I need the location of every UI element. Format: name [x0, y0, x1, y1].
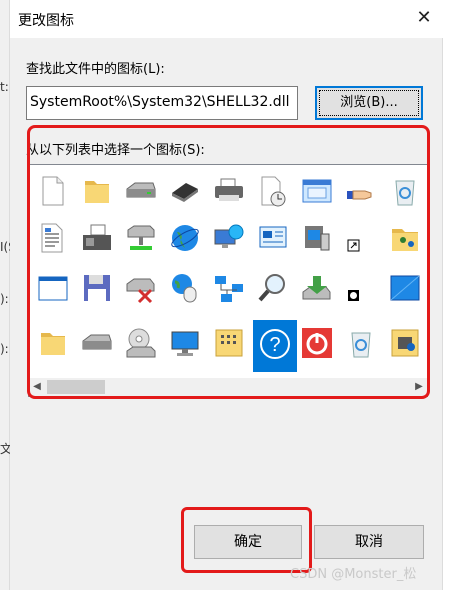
memory-chip-icon[interactable] [169, 175, 201, 207]
window-edge [442, 38, 452, 590]
icon-list-label: 从以下列表中选择一个图标(S): [26, 143, 205, 158]
cancel-button[interactable]: 取消 [314, 525, 424, 559]
cd-drive-icon[interactable] [125, 327, 157, 359]
download-icon[interactable] [301, 272, 333, 304]
focus-ring [319, 90, 419, 116]
computer-icon[interactable] [301, 222, 333, 254]
background-text: t: [0, 80, 9, 94]
drive-icon[interactable] [81, 327, 113, 359]
horizontal-scrollbar[interactable]: ◀ ▶ [29, 378, 427, 396]
search-icon[interactable] [257, 272, 289, 304]
recycle-bin-icon[interactable] [345, 327, 377, 359]
window-blank-icon[interactable] [37, 272, 69, 304]
folder-grid-icon[interactable] [213, 327, 245, 359]
printer-icon[interactable] [213, 175, 245, 207]
browse-button[interactable]: 浏览(B)... [315, 86, 423, 120]
network-drive-icon[interactable] [125, 222, 157, 254]
scrollbar-thumb[interactable] [47, 380, 105, 394]
background-text: ): [0, 292, 9, 306]
background-text: ): [0, 342, 9, 356]
ok-button[interactable]: 确定 [194, 525, 302, 559]
scroll-right-icon[interactable]: ▶ [411, 378, 427, 396]
help-icon[interactable]: ? [259, 328, 291, 360]
shared-folder-icon[interactable] [389, 222, 421, 254]
recycle-bin-icon[interactable] [389, 175, 421, 207]
blank-document-icon[interactable] [37, 175, 69, 207]
watermark: CSDN @Monster_松 [290, 567, 417, 582]
power-icon[interactable] [301, 327, 333, 359]
control-panel-icon[interactable] [257, 222, 289, 254]
clock-overlay-icon[interactable] [345, 272, 377, 304]
shortcut-icon[interactable] [345, 222, 377, 254]
file-path-label: 查找此文件中的图标(L): [26, 62, 165, 77]
window-icon[interactable] [301, 175, 333, 207]
file-path-input[interactable]: SystemRoot%\System32\SHELL32.dll [26, 86, 298, 120]
dialog-body: 查找此文件中的图标(L): SystemRoot%\System32\SHELL… [10, 38, 442, 590]
toolbox-icon[interactable] [389, 327, 421, 359]
text-document-icon[interactable] [37, 222, 69, 254]
svg-text:?: ? [269, 334, 280, 356]
document-clock-icon[interactable] [257, 175, 289, 207]
network-globe-icon[interactable] [213, 222, 245, 254]
network-icon[interactable] [213, 272, 245, 304]
folder-icon[interactable] [81, 175, 113, 207]
hand-icon[interactable] [345, 175, 377, 207]
fax-icon[interactable] [81, 222, 113, 254]
mouse-globe-icon[interactable] [169, 272, 201, 304]
disconnected-drive-icon[interactable] [125, 272, 157, 304]
blue-screen-icon[interactable] [389, 272, 421, 304]
scroll-left-icon[interactable]: ◀ [29, 378, 45, 396]
close-icon[interactable]: ✕ [410, 4, 438, 32]
globe-icon[interactable] [169, 222, 201, 254]
drive-icon[interactable] [125, 175, 157, 207]
monitor-icon[interactable] [169, 327, 201, 359]
icon-list[interactable]: ? ◀ ▶ [28, 164, 428, 397]
title-bar: 更改图标 ✕ [10, 0, 452, 38]
floppy-disk-icon[interactable] [81, 272, 113, 304]
dialog-title: 更改图标 [18, 13, 74, 29]
folder-icon[interactable] [37, 327, 69, 359]
